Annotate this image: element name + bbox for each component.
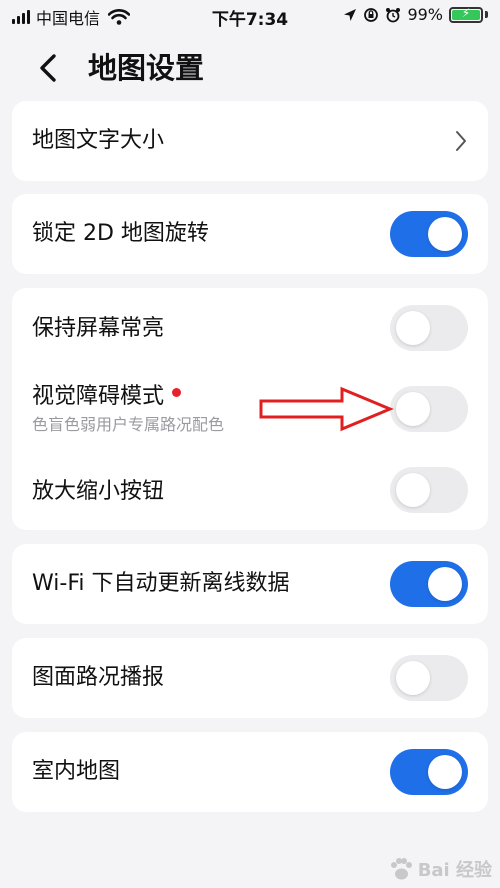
settings-card-traffic: 图面路况播报 bbox=[12, 638, 488, 718]
page-title: 地图设置 bbox=[88, 51, 205, 85]
settings-card-indoor-map: 室内地图 bbox=[12, 732, 488, 812]
new-badge-dot bbox=[172, 388, 182, 397]
visual-impairment-mode-row: 视觉障碍模式 色盲色弱用户专属路况配色 bbox=[12, 368, 488, 450]
nav-bar: 地图设置 bbox=[0, 40, 500, 96]
alarm-clock-icon bbox=[386, 7, 401, 22]
settings-card-font-size: 地图文字大小 bbox=[12, 101, 488, 181]
battery-percent: 99% bbox=[407, 5, 443, 24]
battery-icon: ⚡ bbox=[449, 6, 483, 23]
status-bar: 中国电信 下午7:34 99% ⚡ bbox=[0, 0, 500, 34]
wifi-offline-update-label: Wi-Fi 下自动更新离线数据 bbox=[32, 571, 290, 596]
settings-card-offline-data: Wi-Fi 下自动更新离线数据 bbox=[12, 544, 488, 624]
keep-screen-on-label: 保持屏幕常亮 bbox=[32, 316, 165, 341]
font-size-label: 地图文字大小 bbox=[32, 128, 165, 153]
zoom-buttons-toggle[interactable] bbox=[390, 467, 468, 513]
indoor-map-label: 室内地图 bbox=[32, 759, 121, 784]
indoor-map-toggle[interactable] bbox=[390, 749, 468, 795]
zoom-buttons-row: 放大缩小按钮 bbox=[12, 450, 488, 530]
wifi-offline-update-toggle[interactable] bbox=[390, 561, 468, 607]
keep-screen-on-toggle[interactable] bbox=[390, 305, 468, 351]
settings-card-lock-rotation: 锁定 2D 地图旋转 bbox=[12, 194, 488, 274]
chevron-right-icon bbox=[456, 131, 466, 151]
traffic-broadcast-label: 图面路况播报 bbox=[32, 665, 165, 690]
visual-impairment-mode-label: 视觉障碍模式 bbox=[32, 384, 165, 409]
lock-2d-rotation-toggle[interactable] bbox=[390, 211, 468, 257]
settings-card-display: 保持屏幕常亮 视觉障碍模式 色盲色弱用户专属路况配色 放大缩小按钮 bbox=[12, 288, 488, 530]
battery-cap bbox=[485, 11, 488, 18]
paw-logo-icon bbox=[390, 858, 412, 880]
location-arrow-icon bbox=[344, 8, 357, 21]
watermark: Bai 经验 bbox=[388, 856, 492, 882]
lock-2d-rotation-label: 锁定 2D 地图旋转 bbox=[32, 221, 209, 246]
wifi-offline-update-row: Wi-Fi 下自动更新离线数据 bbox=[12, 544, 488, 624]
traffic-broadcast-toggle[interactable] bbox=[390, 655, 468, 701]
back-chevron-icon[interactable] bbox=[30, 48, 70, 88]
lock-2d-rotation-row: 锁定 2D 地图旋转 bbox=[12, 194, 488, 274]
zoom-buttons-label: 放大缩小按钮 bbox=[32, 479, 165, 504]
visual-impairment-mode-subtitle: 色盲色弱用户专属路况配色 bbox=[32, 415, 225, 434]
visual-impairment-mode-label-wrap: 视觉障碍模式 bbox=[32, 382, 182, 412]
keep-screen-on-row: 保持屏幕常亮 bbox=[12, 288, 488, 368]
orientation-lock-icon bbox=[364, 7, 379, 22]
status-right: 99% ⚡ bbox=[343, 5, 488, 24]
indoor-map-row: 室内地图 bbox=[12, 732, 488, 812]
watermark-text: Bai 经验 bbox=[417, 860, 492, 881]
font-size-row[interactable]: 地图文字大小 bbox=[12, 101, 488, 181]
traffic-broadcast-row: 图面路况播报 bbox=[12, 638, 488, 718]
visual-impairment-mode-toggle[interactable] bbox=[390, 386, 468, 432]
annotation-arrow-icon bbox=[259, 386, 394, 432]
